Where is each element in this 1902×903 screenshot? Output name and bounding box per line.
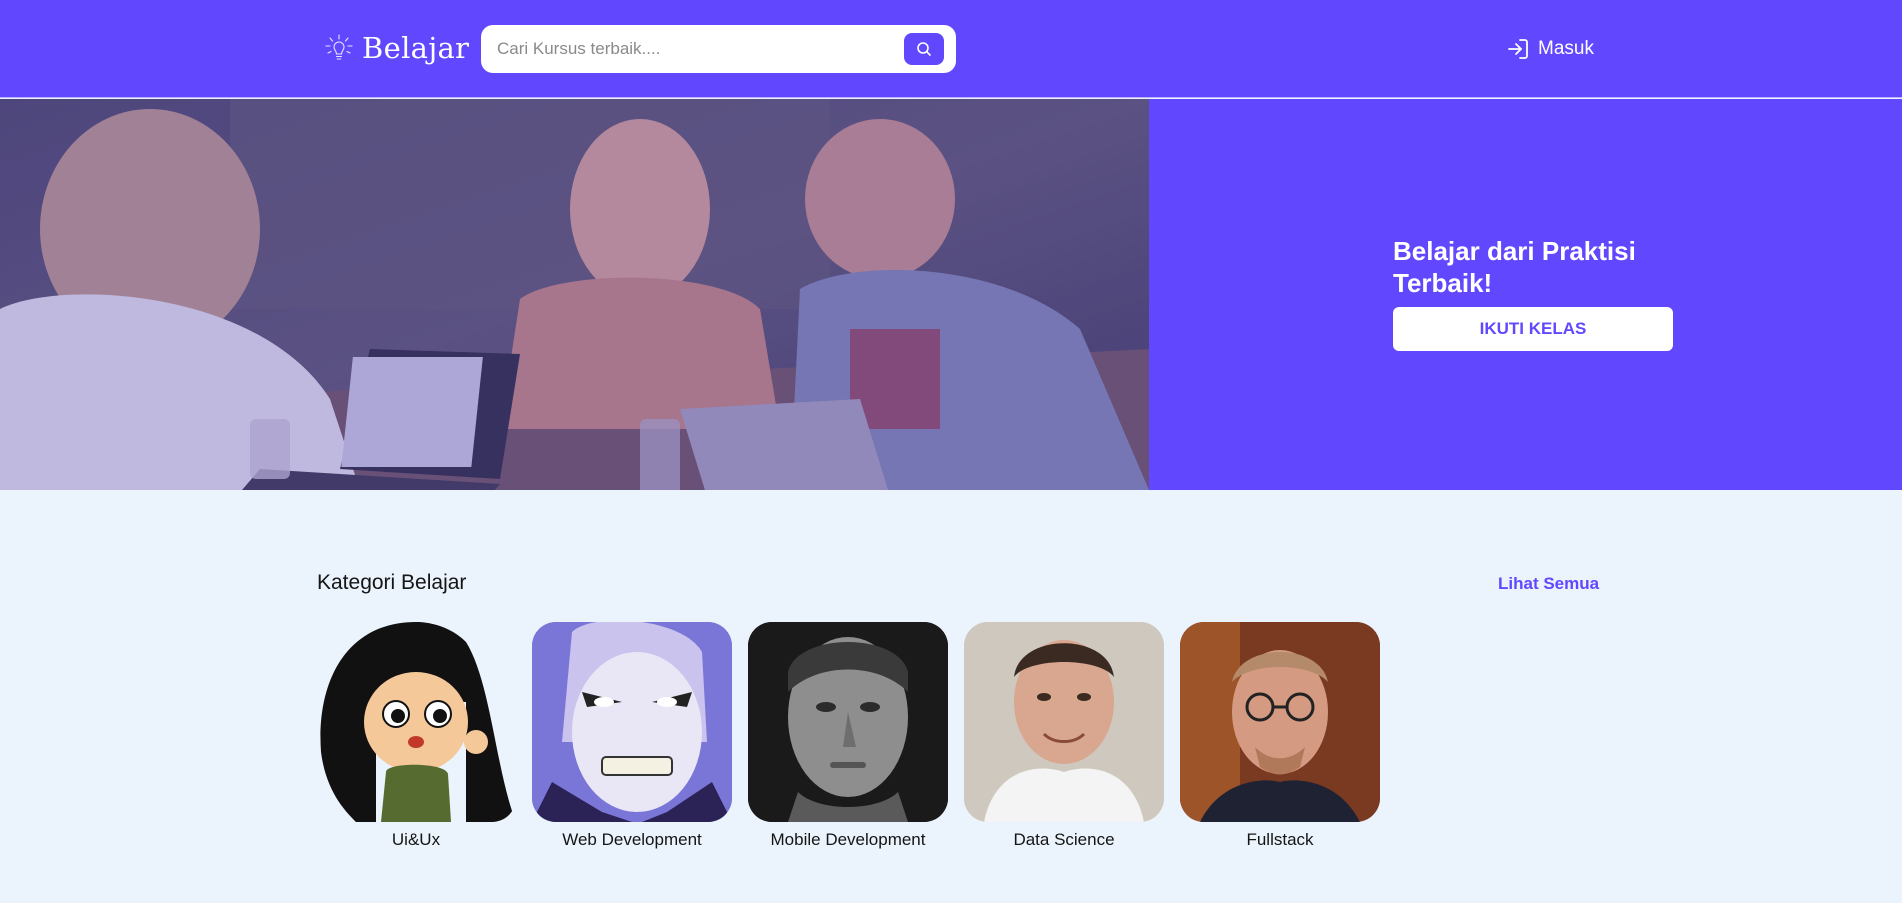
cartoon-villain-image: [532, 622, 732, 822]
see-all-link[interactable]: Lihat Semua: [1498, 574, 1599, 594]
search-input[interactable]: [497, 34, 897, 64]
man-portrait-image: [964, 622, 1164, 822]
search-bar: [481, 25, 956, 73]
search-icon: [917, 42, 931, 56]
hero-photo: [0, 99, 1149, 490]
category-label: Web Development: [562, 830, 702, 849]
category-image: [1180, 622, 1380, 822]
category-card[interactable]: Fullstack: [1180, 622, 1380, 850]
category-image: [532, 622, 732, 822]
join-class-button[interactable]: IKUTI KELAS: [1393, 307, 1673, 351]
category-label: Data Science: [1013, 830, 1115, 849]
category-image: [964, 622, 1164, 822]
category-label: Fullstack: [1246, 830, 1314, 849]
brand-logo[interactable]: Belajar: [324, 26, 469, 70]
cartoon-girl-image: [320, 622, 516, 822]
hero-banner: Belajar dari Praktisi Terbaik! IKUTI KEL…: [0, 99, 1902, 490]
man-glasses-portrait-image: [1180, 622, 1380, 822]
brand-name: Belajar: [362, 31, 470, 65]
category-card[interactable]: Mobile Development: [748, 622, 948, 850]
bw-portrait-image: [748, 622, 948, 822]
category-card[interactable]: Web Development: [532, 622, 732, 850]
category-list: Ui&Ux Web Development Mobile Development…: [316, 622, 1380, 850]
lightbulb-icon: [325, 34, 353, 60]
hero-cta: Belajar dari Praktisi Terbaik! IKUTI KEL…: [1393, 235, 1673, 351]
top-navbar: Belajar Masuk: [0, 0, 1902, 98]
category-image: [748, 622, 948, 822]
category-image: [316, 622, 516, 822]
search-button[interactable]: [904, 33, 944, 65]
hero-title: Belajar dari Praktisi Terbaik!: [1393, 236, 1636, 298]
hero-photo-illustration: [0, 99, 1149, 490]
login-icon: [1508, 39, 1528, 59]
login-button[interactable]: Masuk: [1506, 34, 1594, 64]
category-card[interactable]: Ui&Ux: [316, 622, 516, 850]
login-label: Masuk: [1538, 38, 1594, 59]
category-label: Ui&Ux: [391, 830, 441, 849]
category-section-title: Kategori Belajar: [317, 571, 467, 594]
category-card[interactable]: Data Science: [964, 622, 1164, 850]
category-label: Mobile Development: [770, 830, 926, 849]
